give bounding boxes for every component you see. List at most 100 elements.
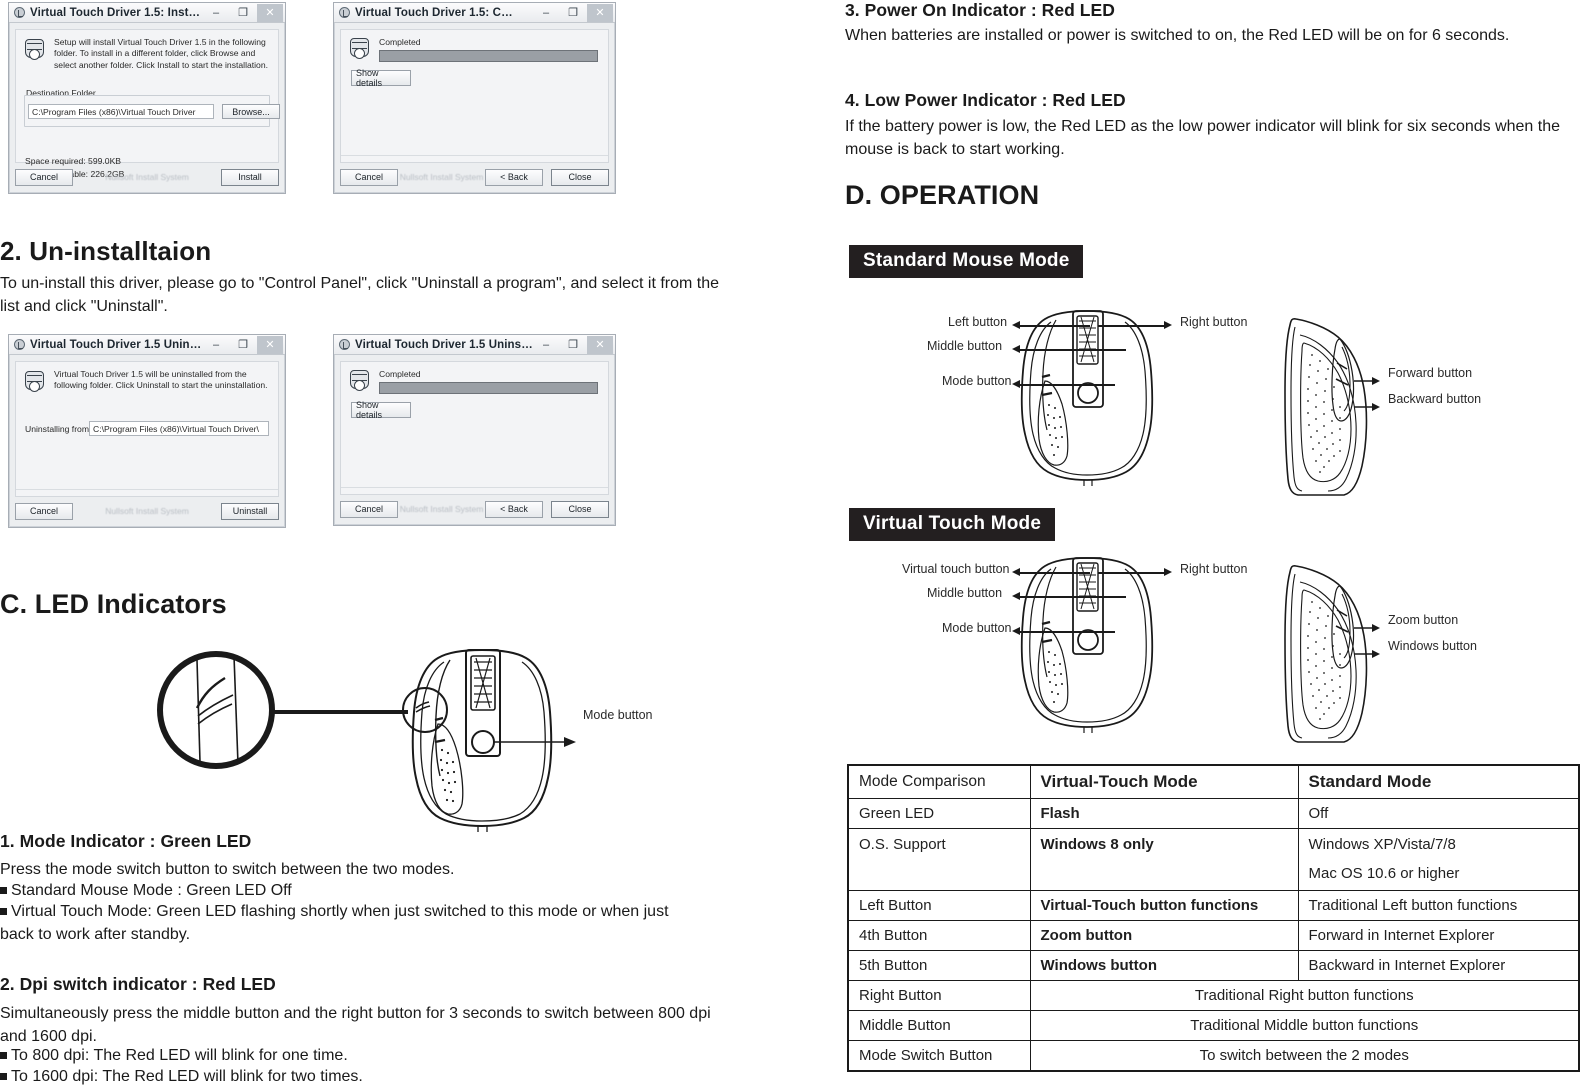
uninstall-path-input[interactable]: C:\Program Files (x86)\Virtual Touch Dri…: [89, 421, 269, 436]
right-column: 3. Power On Indicator : Red LED When bat…: [845, 0, 1582, 1092]
minimize-icon[interactable]: –: [203, 336, 229, 354]
table-row: Mode Comparison Virtual-Touch Mode Stand…: [847, 764, 1580, 799]
maximize-icon[interactable]: ❐: [230, 336, 256, 354]
minimize-icon[interactable]: –: [533, 4, 559, 22]
dialog-body: Virtual Touch Driver 1.5 will be uninsta…: [15, 361, 279, 497]
setup-package-icon: [347, 368, 373, 392]
cancel-button[interactable]: Cancel: [340, 168, 398, 186]
window-controls[interactable]: – ❐ ✕: [203, 3, 283, 22]
bullet-square-icon: [0, 1073, 7, 1080]
show-details-button[interactable]: Show details: [351, 400, 411, 420]
dialog-footer: Cancel Nullsoft Install System < Back Cl…: [340, 498, 609, 520]
dialog-uninstall-confirmation[interactable]: Virtual Touch Driver 1.5 Uninstall: Conf…: [8, 334, 286, 528]
backward-button-label: Backward button: [1388, 392, 1482, 406]
setup-package-icon: [347, 36, 373, 60]
virtual-mode-button-label: Mode button: [942, 621, 1012, 635]
mode-comparison-table: Mode Comparison Virtual-Touch Mode Stand…: [847, 764, 1580, 1072]
maximize-icon[interactable]: ❐: [230, 4, 256, 22]
minimize-icon[interactable]: –: [533, 336, 559, 354]
close-icon[interactable]: ✕: [587, 335, 613, 354]
cancel-button[interactable]: Cancel: [340, 500, 398, 518]
table-row: 5th Button Windows button Backward in In…: [847, 950, 1580, 981]
cell-green-led: Green LED: [847, 798, 1031, 829]
bullet-square-icon: [0, 908, 7, 915]
dpi-indicator-heading: 2. Dpi switch indicator : Red LED: [0, 974, 276, 994]
setup-intro-text: Setup will install Virtual Touch Driver …: [54, 37, 268, 70]
close-button[interactable]: Close: [551, 500, 609, 518]
standard-right-leader: [1098, 325, 1164, 327]
dialog-titlebar: Virtual Touch Driver 1.5: Completed – ❐ …: [334, 3, 615, 23]
zoom-button-label: Zoom button: [1388, 613, 1459, 627]
window-controls[interactable]: – ❐ ✕: [203, 335, 283, 354]
virtual-right-arrow-icon: [1164, 568, 1172, 576]
virtual-middle-arrow-icon: [1012, 592, 1020, 600]
virtual-touch-arrow-icon: [1012, 568, 1020, 576]
cell-middle-button: Middle Button: [847, 1010, 1031, 1041]
dialog-footer: Cancel Nullsoft Install System Install: [15, 166, 279, 188]
standard-mode-mouse-top-view: [1020, 310, 1154, 486]
cell-green-led-standard: Off: [1297, 798, 1580, 829]
virtual-mode-mouse-side-view: [1284, 564, 1378, 743]
cell-right-button: Right Button: [847, 980, 1031, 1011]
destination-path-input[interactable]: C:\Program Files (x86)\Virtual Touch Dri…: [28, 104, 214, 119]
minimize-icon[interactable]: –: [203, 4, 229, 22]
cancel-button[interactable]: Cancel: [15, 502, 73, 520]
install-button[interactable]: Install: [221, 168, 279, 186]
show-details-button[interactable]: Show details: [351, 68, 411, 88]
os-support-line-2: Mac OS 10.6 or higher: [1308, 865, 1460, 882]
standard-right-arrow-icon: [1164, 321, 1172, 329]
maximize-icon[interactable]: ❐: [560, 336, 586, 354]
browse-button[interactable]: Browse...: [222, 104, 280, 119]
left-column: Virtual Touch Driver 1.5: Installation F…: [0, 0, 760, 1092]
virtual-touch-button-label: Virtual touch button: [902, 562, 1010, 576]
os-support-line-1: Windows XP/Vista/7/8: [1308, 836, 1456, 853]
space-required-text: Space required: 599.0KB: [25, 156, 122, 166]
dialog-titlebar: Virtual Touch Driver 1.5: Installation F…: [9, 3, 285, 23]
windows-button-label: Windows button: [1388, 639, 1477, 653]
window-controls[interactable]: – ❐ ✕: [533, 3, 613, 22]
window-controls[interactable]: – ❐ ✕: [533, 335, 613, 354]
zoom-arrow-icon: [1372, 624, 1380, 632]
cell-middle-button-shared: Traditional Middle button functions: [1029, 1010, 1580, 1041]
uninstall-body: To un-install this driver, please go to …: [0, 275, 720, 315]
close-icon[interactable]: ✕: [587, 3, 613, 22]
forward-button-label: Forward button: [1388, 366, 1473, 380]
installer-icon: [14, 7, 25, 18]
led-indicators-heading: C. LED Indicators: [0, 589, 227, 619]
standard-left-arrow-icon: [1012, 321, 1020, 329]
table-row: Right Button Traditional Right button fu…: [847, 980, 1580, 1011]
cell-4th-button-standard: Forward in Internet Explorer: [1297, 920, 1580, 951]
dialog-install-folder[interactable]: Virtual Touch Driver 1.5: Installation F…: [8, 2, 286, 194]
mode-indicator-bullet-1-text: Standard Mouse Mode : Green LED Off: [11, 882, 292, 899]
standard-mode-arrow-icon: [1012, 380, 1020, 388]
cell-os-support: O.S. Support: [847, 828, 1031, 891]
standard-middle-button-label: Middle button: [927, 339, 1003, 353]
close-icon[interactable]: ✕: [257, 3, 283, 22]
mode-indicator-bullet-2: Virtual Touch Mode: Green LED flashing s…: [0, 901, 700, 946]
close-icon[interactable]: ✕: [257, 335, 283, 354]
installer-icon: [339, 339, 350, 350]
table-row: O.S. Support Windows 8 only Windows XP/V…: [847, 828, 1580, 891]
cell-4th-button-virtual: Zoom button: [1029, 920, 1299, 951]
cancel-button[interactable]: Cancel: [15, 168, 73, 186]
cell-4th-button: 4th Button: [847, 920, 1031, 951]
dpi-indicator-body: Simultaneously press the middle button a…: [0, 1005, 711, 1045]
dialog-install-completed[interactable]: Virtual Touch Driver 1.5: Completed – ❐ …: [333, 2, 616, 194]
progress-bar: [379, 50, 598, 62]
close-button[interactable]: Close: [551, 168, 609, 186]
standard-left-button-label: Left button: [948, 315, 1008, 329]
dialog-uninstall-completed[interactable]: Virtual Touch Driver 1.5 Uninstall: Comp…: [333, 334, 616, 526]
back-button[interactable]: < Back: [485, 168, 543, 186]
uninstall-button[interactable]: Uninstall: [221, 502, 279, 520]
nsis-branding: Nullsoft Install System: [105, 172, 189, 182]
dialog-titlebar: Virtual Touch Driver 1.5 Uninstall: Conf…: [9, 335, 285, 355]
dialog-body: Setup will install Virtual Touch Driver …: [15, 29, 280, 179]
cell-right-button-shared: Traditional Right button functions: [1029, 980, 1580, 1011]
table-row: Left Button Virtual-Touch button functio…: [847, 890, 1580, 921]
standard-mode-mouse-side-view: [1284, 317, 1378, 496]
back-button[interactable]: < Back: [485, 500, 543, 518]
low-power-body: If the battery power is low, the Red LED…: [845, 118, 1561, 158]
nsis-branding: Nullsoft Install System: [399, 172, 484, 182]
maximize-icon[interactable]: ❐: [560, 4, 586, 22]
setup-package-icon: [22, 369, 48, 393]
